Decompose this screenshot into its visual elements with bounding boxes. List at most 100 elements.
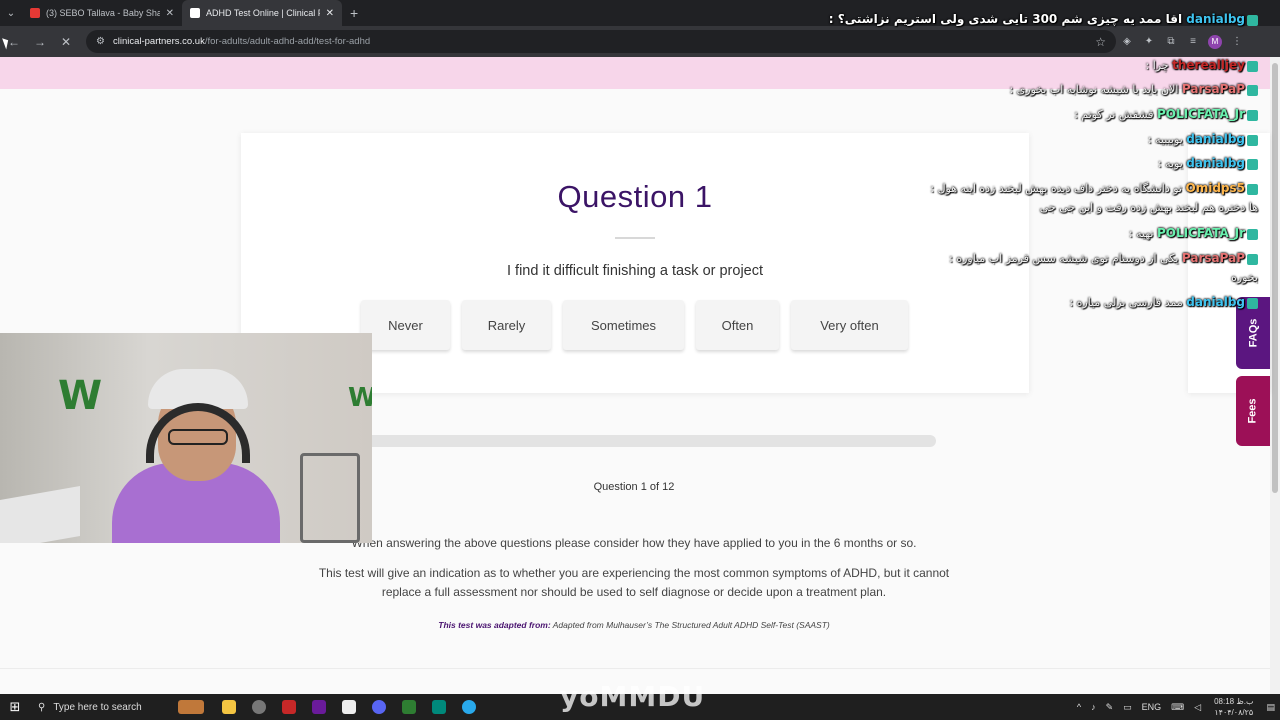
chat-username: POLICFATA_Jr	[1156, 107, 1245, 121]
faqs-label: FAQs	[1246, 318, 1259, 348]
chat-message: : قشقش نر کوتم POLICFATA_Jr	[1074, 107, 1258, 121]
site-info-icon[interactable]: ⚙	[96, 36, 105, 47]
language-indicator[interactable]: ENG	[1142, 702, 1162, 712]
app-red-icon[interactable]	[274, 694, 304, 720]
fees-label: Fees	[1246, 398, 1259, 424]
chat-message: : اقا ممد یه چیزی شم 300 تایی شدی ولی اس…	[829, 12, 1258, 26]
chat-message-text: : ممد فارسی بزلی میاره	[1069, 296, 1187, 309]
chat-message: : یکی از دوستام توی شیشه سس قرمز اب میاو…	[949, 251, 1258, 265]
answer-very-often-button[interactable]: Very often	[791, 300, 908, 350]
chat-message: : نهیه POLICFATA_Jr	[1129, 226, 1258, 240]
chat-message-text: : اقا ممد یه چیزی شم 300 تایی شدی ولی اس…	[828, 12, 1187, 26]
source-text: Adapted from Mulhauser’s The Structured …	[552, 620, 830, 630]
chat-message: : یوبه danialbg	[1158, 156, 1258, 170]
site-favicon-icon	[190, 8, 200, 18]
tab-title: ADHD Test Online | Clinical Part	[206, 8, 320, 18]
close-tab-icon[interactable]: ✕	[166, 8, 174, 19]
url-host: clinical-partners.co.uk	[112, 36, 205, 47]
pen-icon[interactable]: ✎	[1106, 702, 1114, 713]
chat-message: : یوبیبیه danialbg	[1148, 132, 1258, 146]
chat-message-text: : یکی از دوستام توی شیشه سس قرمز اب میاو…	[949, 252, 1182, 265]
search-icon: ⚲	[38, 701, 46, 713]
app-teal-icon[interactable]	[424, 694, 454, 720]
forward-arrow-icon[interactable]: →	[28, 30, 52, 54]
url-path: /for-adults/adult-adhd-add/test-for-adhd	[204, 36, 371, 47]
chat-message-text: بخوره	[1231, 271, 1258, 284]
chat-message: : الان باید با شیشه نوشابه اب بخوری Pars…	[1009, 82, 1258, 96]
chat-badge-icon	[1247, 14, 1258, 26]
answer-never-button[interactable]: Never	[361, 300, 450, 350]
chat-username: danialbg	[1186, 156, 1245, 170]
document-icon[interactable]	[334, 694, 364, 720]
chat-badge-icon	[1247, 297, 1258, 309]
fees-side-tab[interactable]: Fees	[1236, 376, 1270, 446]
chat-badge-icon	[1247, 228, 1258, 240]
chat-message-text: : الان باید با شیشه نوشابه اب بخوری	[1009, 83, 1182, 96]
chat-message: بخوره	[1231, 271, 1258, 284]
chat-message-text: : تو دانشگاه یه دختر داف دیده بهش لبخند …	[930, 182, 1186, 195]
quiz-progress-bar	[334, 435, 936, 447]
scrollbar-thumb[interactable]	[1272, 63, 1278, 493]
chat-badge-icon	[1247, 109, 1258, 121]
section-divider	[0, 668, 1270, 669]
question-text: I find it difficult finishing a task or …	[506, 263, 764, 279]
tab-adhd-test[interactable]: ADHD Test Online | Clinical Part ✕	[182, 0, 342, 26]
chat-username: POLICFATA_Jr	[1156, 226, 1245, 240]
chat-badge-icon	[1247, 134, 1258, 146]
speaker-icon[interactable]: ◁	[1194, 702, 1201, 713]
system-tray: ^ ♪ ✎ ▭ ENG ⌨ ◁ 08:18 ب.ظ ۱۴۰۴/۰۸/۲۵ ▤	[1072, 694, 1280, 720]
stop-loading-icon[interactable]: ✕	[54, 30, 78, 54]
answer-sometimes-button[interactable]: Sometimes	[563, 300, 684, 350]
chat-message: : تو دانشگاه یه دختر داف دیده بهش لبخند …	[930, 181, 1258, 195]
answer-often-button[interactable]: Often	[696, 300, 779, 350]
source-attribution: This test was adapted from: Adapted from…	[314, 620, 954, 630]
taskbar-app-city-icon[interactable]	[176, 694, 206, 720]
chat-badge-icon	[1247, 84, 1258, 96]
chat-badge-icon	[1247, 158, 1258, 170]
keyboard-icon[interactable]: ⌨	[1171, 702, 1184, 713]
youtube-icon	[30, 8, 40, 18]
discord-icon[interactable]	[364, 694, 394, 720]
network-icon[interactable]: ▭	[1123, 702, 1132, 713]
stream-chat-overlay: : اقا ممد یه چیزی شم 300 تایی شدی ولی اس…	[829, 0, 1272, 320]
chat-username: danialbg	[1186, 295, 1245, 309]
notifications-icon[interactable]: ▤	[1266, 702, 1275, 713]
clock-date: ۱۴۰۴/۰۸/۲۵	[1214, 708, 1254, 717]
chat-message-text: : نهیه	[1128, 227, 1157, 240]
stream-watermark: yoMMDU	[560, 680, 706, 713]
tray-chevron-icon[interactable]: ^	[1077, 702, 1081, 712]
question-title: Question 1	[557, 179, 713, 214]
chat-username: danialbg	[1186, 12, 1245, 26]
disclaimer-text: This test will give an indication as to …	[318, 566, 950, 599]
chat-message-text: : یوبیبیه	[1147, 133, 1187, 146]
close-tab-icon[interactable]: ✕	[326, 8, 334, 19]
chat-message: : ممد فارسی بزلی میاره danialbg	[1069, 295, 1258, 309]
question-counter: Question 1 of 12	[593, 481, 675, 493]
tab-search-chevron-icon[interactable]: ⌄	[0, 0, 22, 26]
file-explorer-icon[interactable]	[214, 694, 244, 720]
volume-icon[interactable]: ♪	[1091, 702, 1096, 712]
tab-youtube[interactable]: (3) SEBO Tallava - Baby Shark Ta ✕	[22, 0, 182, 26]
chat-message-text: : یوبه	[1157, 157, 1187, 170]
taskbar-search[interactable]: ⚲ Type here to search	[30, 694, 160, 720]
chat-username: Omidps5	[1185, 181, 1246, 195]
screen: ⌄ (3) SEBO Tallava - Baby Shark Ta ✕ ADH…	[0, 0, 1280, 720]
chat-badge-icon	[1247, 253, 1258, 265]
taskbar-search-placeholder: Type here to search	[53, 701, 142, 713]
answer-rarely-button[interactable]: Rarely	[462, 300, 551, 350]
chat-message: : چرا therealljey	[1145, 58, 1258, 72]
wall-graffiti-w: W	[58, 373, 103, 419]
app-purple-icon[interactable]	[304, 694, 334, 720]
chat-message-text: : قشقش نر کوتم	[1074, 108, 1157, 121]
app-circle-icon[interactable]	[244, 694, 274, 720]
windows-start-icon[interactable]: ⊞	[0, 694, 30, 720]
chat-message-text: : چرا	[1145, 59, 1173, 72]
chair-image	[300, 453, 360, 543]
chat-message: ها دختره هم لبخند بهش زده رفت و این جی ج…	[1040, 201, 1258, 214]
app-green-icon[interactable]	[394, 694, 424, 720]
system-clock[interactable]: 08:18 ب.ظ ۱۴۰۴/۰۸/۲۵	[1214, 696, 1253, 718]
glasses-icon	[168, 429, 228, 445]
new-tab-button[interactable]: +	[350, 5, 358, 21]
telegram-icon[interactable]	[454, 694, 484, 720]
chat-username: ParsaPaP	[1181, 251, 1245, 265]
